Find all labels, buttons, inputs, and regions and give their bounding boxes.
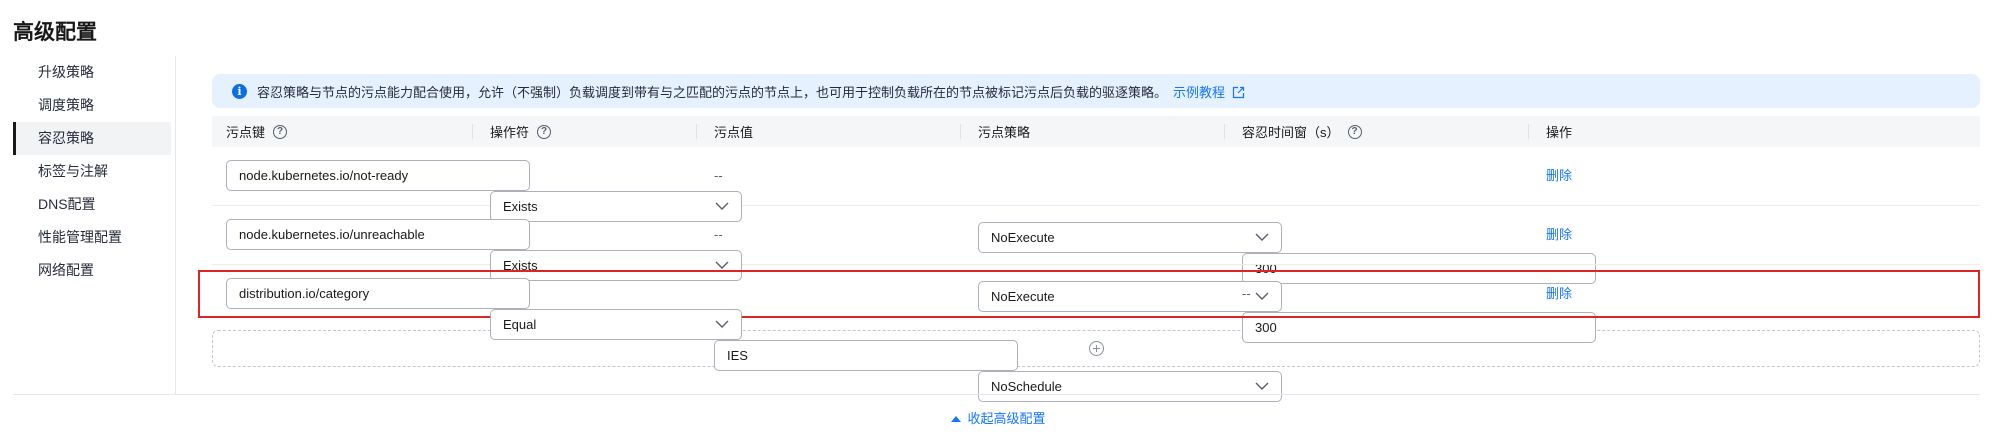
sidebar-item-dns-config[interactable]: DNS配置 xyxy=(13,188,171,221)
header-toleration-seconds-label: 容忍时间窗（s） xyxy=(1242,125,1340,140)
page-title: 高级配置 xyxy=(13,21,97,44)
taint-effect-select[interactable]: NoSchedule xyxy=(978,371,1282,402)
external-link-icon[interactable] xyxy=(1232,86,1245,99)
taint-value-text: -- xyxy=(714,168,723,183)
header-operator-label: 操作符 xyxy=(490,125,530,140)
sidebar-item-scheduling-policy[interactable]: 调度策略 xyxy=(13,89,171,122)
sidebar-item-toleration-policy[interactable]: 容忍策略 xyxy=(13,122,171,155)
delete-button[interactable]: 删除 xyxy=(1546,219,1572,250)
operator-select[interactable]: Equal xyxy=(490,309,742,340)
tutorial-link-label[interactable]: 示例教程 xyxy=(1173,85,1225,100)
tutorial-link[interactable]: 示例教程 xyxy=(1173,82,1245,101)
info-banner: i 容忍策略与节点的污点能力配合使用，允许（不强制）负载调度到带有与之匹配的污点… xyxy=(212,74,1980,108)
table-row: node.kubernetes.io/not-ready Exists -- N… xyxy=(212,147,1980,284)
table-row-highlighted: distribution.io/category Equal IES NoSch… xyxy=(198,270,1980,402)
sidebar-nav: 升级策略 调度策略 容忍策略 标签与注解 DNS配置 性能管理配置 网络配置 xyxy=(13,56,176,394)
help-icon[interactable]: ? xyxy=(537,124,552,139)
table-row: node.kubernetes.io/unreachable Exists --… xyxy=(212,206,1980,343)
info-text: 容忍策略与节点的污点能力配合使用，允许（不强制）负载调度到带有与之匹配的污点的节… xyxy=(257,84,1168,100)
header-operator: 操作符? xyxy=(472,116,552,147)
operator-select-value: Equal xyxy=(503,317,537,332)
toleration-seconds-text: -- xyxy=(1242,286,1251,301)
taint-value-text: -- xyxy=(714,227,723,242)
add-toleration-button[interactable] xyxy=(212,330,1980,367)
info-icon: i xyxy=(232,83,247,99)
sidebar-item-labels-annotations[interactable]: 标签与注解 xyxy=(13,155,171,188)
chevron-down-icon xyxy=(1255,382,1269,390)
toleration-panel: i 容忍策略与节点的污点能力配合使用，允许（不强制）负载调度到带有与之匹配的污点… xyxy=(198,74,1980,402)
taint-key-input[interactable]: distribution.io/category xyxy=(226,278,530,309)
delete-button[interactable]: 删除 xyxy=(1546,278,1572,309)
chevron-down-icon xyxy=(715,261,729,269)
taint-key-input[interactable]: node.kubernetes.io/not-ready xyxy=(226,160,530,191)
sidebar-item-upgrade-policy[interactable]: 升级策略 xyxy=(13,56,171,89)
delete-button[interactable]: 删除 xyxy=(1546,160,1572,191)
header-taint-key-label: 污点键 xyxy=(226,125,266,140)
taint-key-input[interactable]: node.kubernetes.io/unreachable xyxy=(226,219,530,250)
chevron-down-icon xyxy=(715,320,729,328)
taint-effect-select-value: NoSchedule xyxy=(991,379,1062,394)
header-taint-effect: 污点策略 xyxy=(960,116,1031,147)
plus-circle-icon xyxy=(1088,341,1104,356)
header-action-label: 操作 xyxy=(1546,125,1573,140)
header-taint-key: 污点键? xyxy=(226,116,288,147)
collapse-advanced-label[interactable]: 收起高级配置 xyxy=(967,411,1045,426)
sidebar-item-network-config[interactable]: 网络配置 xyxy=(13,254,171,287)
header-taint-effect-label: 污点策略 xyxy=(978,125,1031,140)
collapse-advanced-button[interactable]: 收起高级配置 xyxy=(0,408,1997,427)
sidebar-item-performance-config[interactable]: 性能管理配置 xyxy=(13,221,171,254)
taint-value-input[interactable]: IES xyxy=(714,340,1018,371)
header-action: 操作 xyxy=(1528,116,1573,147)
header-toleration-seconds: 容忍时间窗（s）? xyxy=(1224,116,1362,147)
help-icon[interactable]: ? xyxy=(1347,124,1362,139)
caret-up-icon xyxy=(951,416,962,422)
table-header: 污点键? 操作符? 污点值 污点策略 容忍时间窗（s）? 操作 xyxy=(212,116,1980,147)
divider xyxy=(13,394,1980,395)
help-icon[interactable]: ? xyxy=(273,124,288,139)
header-taint-value-label: 污点值 xyxy=(714,125,754,140)
header-taint-value: 污点值 xyxy=(696,116,754,147)
